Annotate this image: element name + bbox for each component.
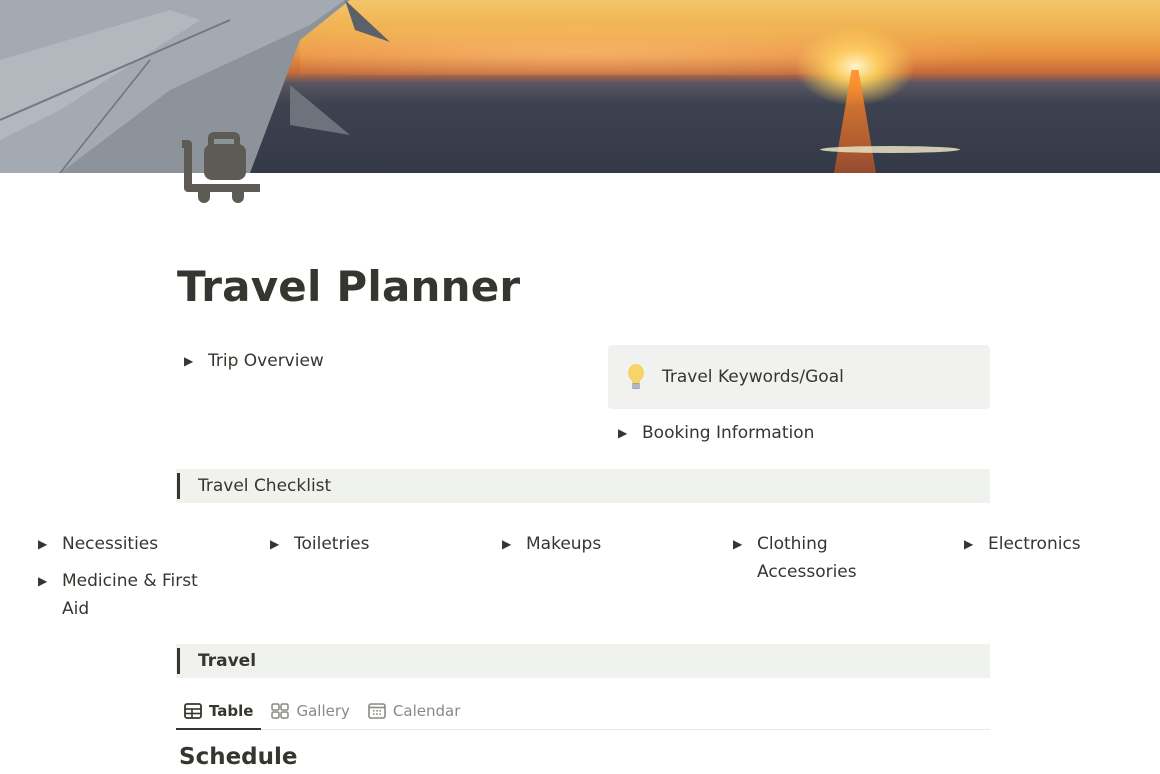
toggle-arrow-icon[interactable]: ▶ [184, 347, 208, 375]
toggle-label: Makeups [526, 534, 602, 554]
database-view-tabs: Table Gallery Calendar [176, 692, 990, 730]
toggle-electronics[interactable]: ▶ Electronics [964, 530, 1081, 558]
toggle-label: Medicine & First Aid [62, 571, 198, 619]
toggle-label: Clothing Accessories [757, 534, 857, 582]
section-heading: Travel [198, 651, 257, 671]
cover-sun-reflection [834, 70, 876, 173]
quote-rule [177, 473, 180, 499]
page-title[interactable]: Travel Planner [177, 262, 520, 311]
tab-table[interactable]: Table [176, 692, 262, 730]
toggle-label: Electronics [988, 534, 1081, 554]
cover-image [0, 0, 1160, 173]
toggle-arrow-icon[interactable]: ▶ [38, 530, 62, 558]
toggle-arrow-icon[interactable]: ▶ [270, 530, 294, 558]
callout-text: Travel Keywords/Goal [662, 367, 844, 387]
toggle-booking-information[interactable]: ▶ Booking Information [618, 419, 814, 447]
toggle-arrow-icon[interactable]: ▶ [964, 530, 988, 558]
section-travel-checklist: Travel Checklist [176, 469, 990, 503]
toggle-toiletries[interactable]: ▶ Toiletries [270, 530, 370, 558]
toggle-clothing-accessories[interactable]: ▶ Clothing Accessories [733, 530, 883, 586]
toggle-arrow-icon[interactable]: ▶ [502, 530, 526, 558]
toggle-necessities[interactable]: ▶ Necessities [38, 530, 158, 558]
tab-gallery[interactable]: Gallery [263, 692, 357, 729]
toggle-trip-overview[interactable]: ▶ Trip Overview [184, 347, 324, 375]
tab-label: Table [209, 701, 254, 720]
calendar-icon [368, 702, 386, 719]
section-travel: Travel [176, 644, 990, 678]
table-icon [184, 702, 202, 719]
section-heading: Travel Checklist [198, 476, 332, 496]
database-title[interactable]: Schedule [179, 744, 298, 770]
toggle-arrow-icon[interactable]: ▶ [38, 567, 62, 595]
toggle-arrow-icon[interactable]: ▶ [618, 419, 642, 447]
toggle-label: Booking Information [642, 423, 815, 443]
quote-rule [177, 648, 180, 674]
callout-travel-keywords[interactable]: Travel Keywords/Goal [608, 345, 990, 409]
tab-label: Gallery [296, 701, 350, 720]
toggle-label: Toiletries [294, 534, 370, 554]
toggle-label: Necessities [62, 534, 159, 554]
toggle-medicine-first-aid[interactable]: ▶ Medicine & First Aid [38, 567, 213, 623]
toggle-arrow-icon[interactable]: ▶ [733, 530, 757, 558]
tab-label: Calendar [392, 701, 461, 720]
tab-calendar[interactable]: Calendar [360, 692, 468, 729]
toggle-label: Trip Overview [208, 351, 324, 371]
toggle-makeups[interactable]: ▶ Makeups [502, 530, 601, 558]
luggage-cart-icon [182, 132, 260, 203]
cover-lake [820, 146, 960, 153]
gallery-icon [271, 702, 290, 719]
lightbulb-icon [628, 364, 644, 389]
